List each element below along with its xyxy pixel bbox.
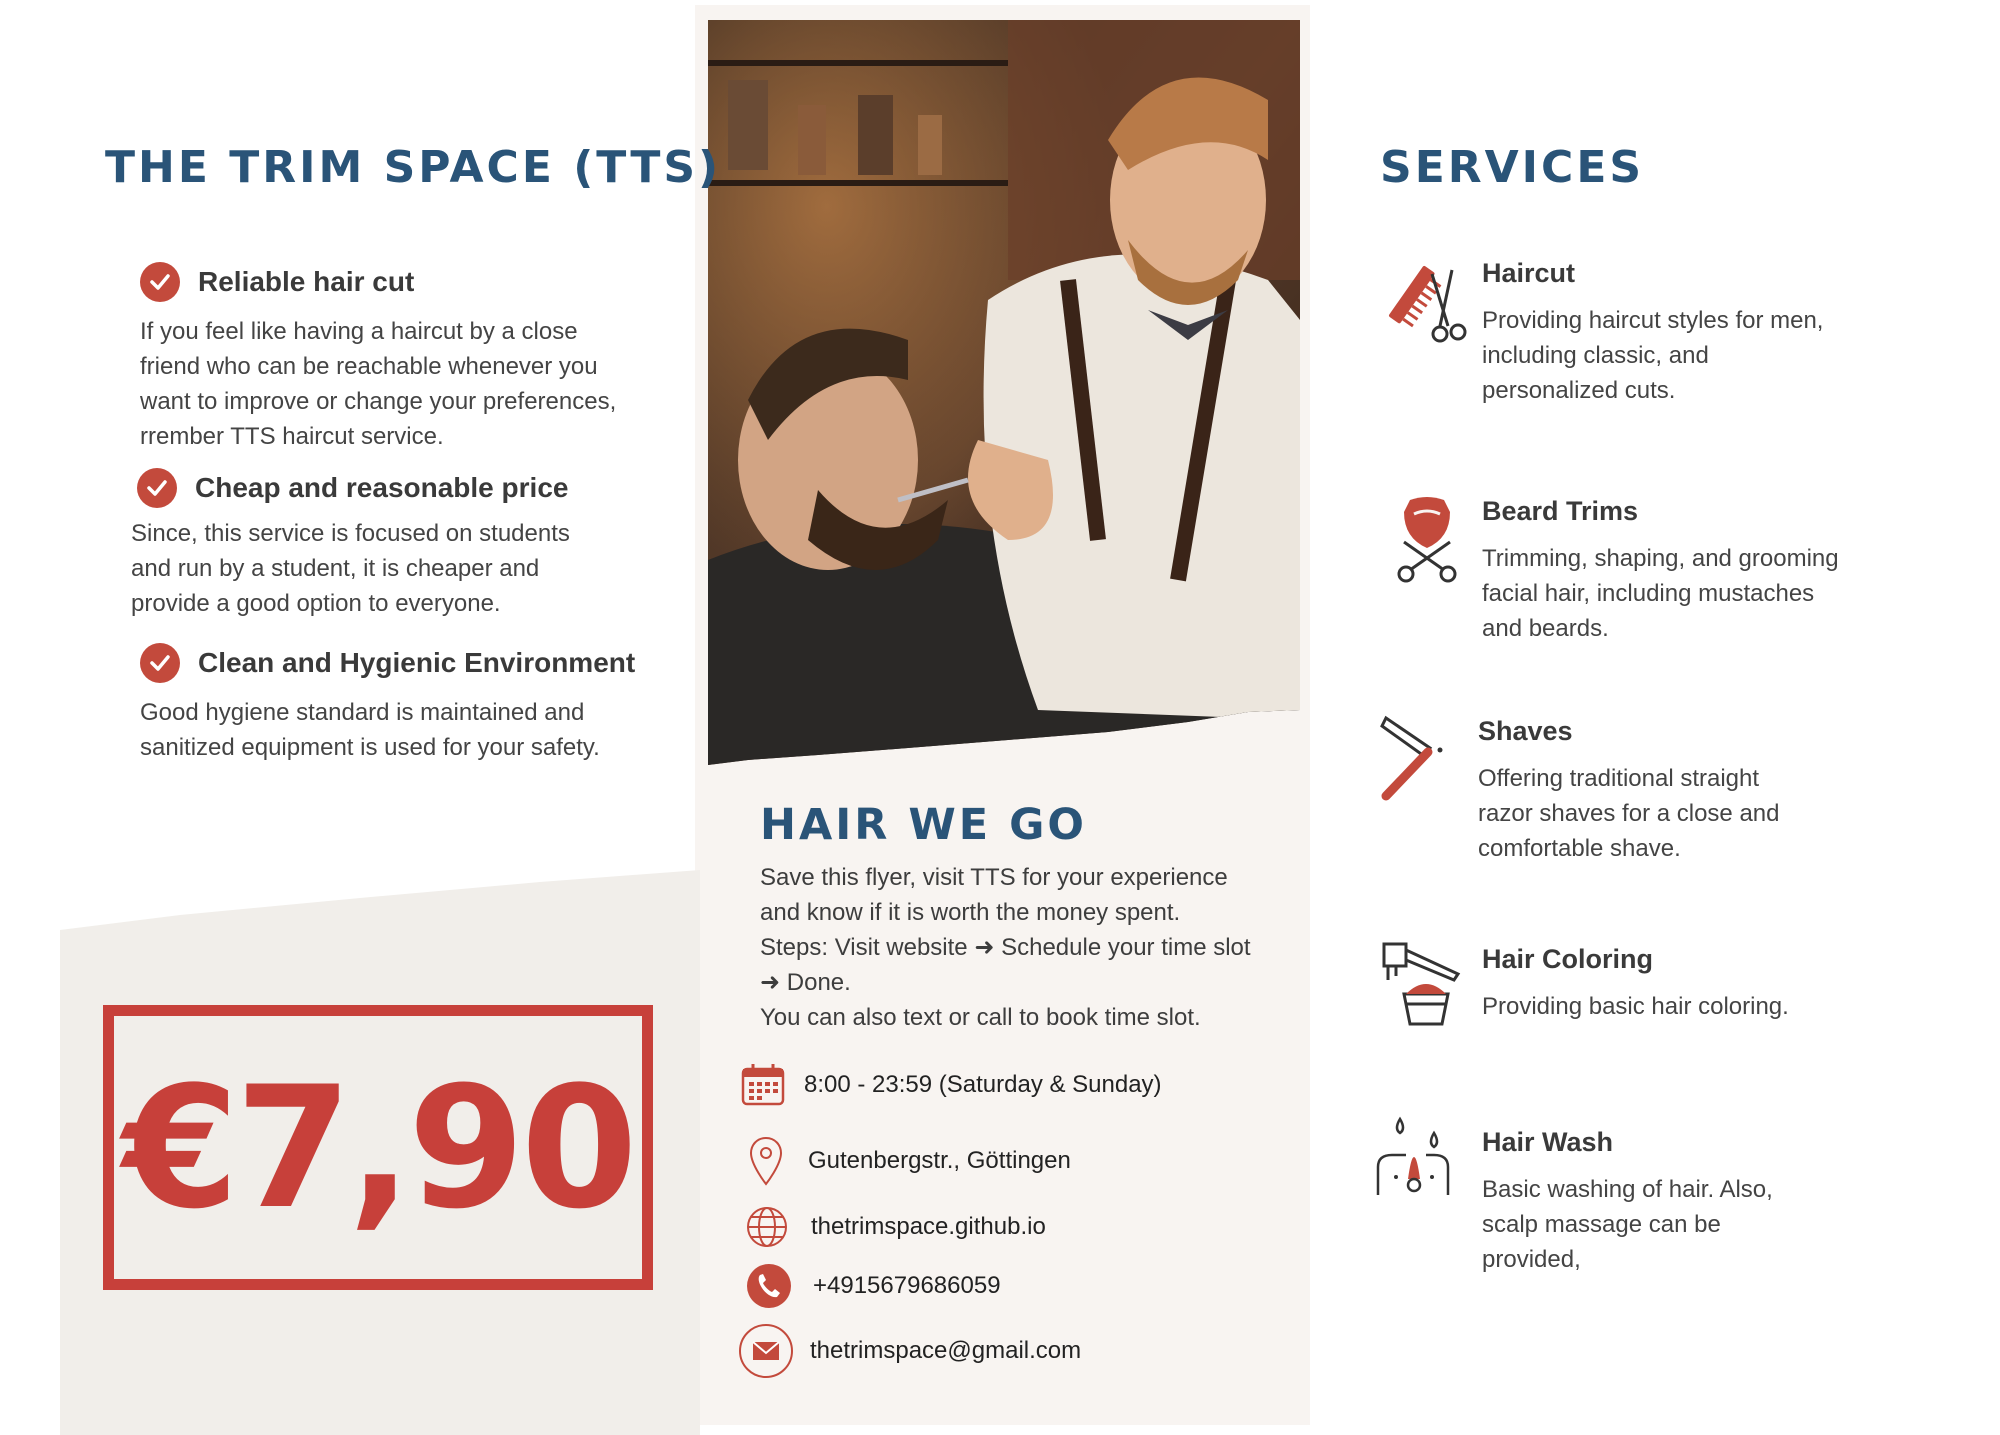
- opening-hours: 8:00 - 23:59 (Saturday & Sunday): [804, 1071, 1162, 1098]
- service-title: Hair Coloring: [1482, 944, 1654, 974]
- feature-clean-environment: Clean and Hygienic Environment Good hygi…: [140, 643, 635, 765]
- feature-description: Since, this service is focused on studen…: [131, 520, 570, 617]
- address-text: Gutenbergstr., Göttingen: [808, 1147, 1071, 1174]
- feature-cheap-price: Cheap and reasonable price Since, this s…: [131, 468, 570, 621]
- website-link[interactable]: thetrimspace.github.io: [811, 1213, 1046, 1241]
- hair-wash-icon: [1376, 1116, 1450, 1195]
- feature-description: Good hygiene standard is maintained and …: [140, 699, 600, 761]
- service-description: Providing basic hair coloring.: [1482, 993, 1789, 1020]
- hair-we-go-description: Save this flyer, visit TTS for your expe…: [760, 860, 1300, 1035]
- phone-icon: [747, 1264, 791, 1308]
- phone-number[interactable]: +4915679686059: [813, 1272, 1001, 1300]
- service-description: Trimming, shaping, and grooming facial h…: [1482, 545, 1839, 642]
- service-hair-coloring: Hair Coloring Providing basic hair color…: [1382, 942, 1789, 1026]
- service-haircut: Haircut Providing haircut styles for men…: [1389, 258, 1824, 408]
- service-description: Providing haircut styles for men, includ…: [1482, 307, 1824, 404]
- service-shaves: Shaves Offering traditional straight raz…: [1380, 715, 1780, 866]
- services-title: SERVICES: [1380, 142, 1645, 193]
- brand-title: THE TRIM SPACE (TTS): [105, 142, 722, 193]
- service-title: Haircut: [1482, 258, 1576, 288]
- service-title: Beard Trims: [1482, 496, 1639, 526]
- barber-photo: [708, 20, 1300, 765]
- contact-phone[interactable]: +4915679686059: [745, 1262, 1001, 1310]
- description-line: ➜ Done.: [760, 969, 851, 996]
- email-address[interactable]: thetrimspace@gmail.com: [810, 1337, 1081, 1365]
- checkmark-icon: [140, 262, 180, 302]
- price-box: €7,90: [103, 1005, 653, 1290]
- email-icon: [739, 1324, 793, 1378]
- straight-razor-icon: [1380, 715, 1443, 801]
- description-line: You can also text or call to book time s…: [760, 1004, 1201, 1031]
- service-description: Offering traditional straight razor shav…: [1478, 765, 1780, 862]
- feature-description: If you feel like having a haircut by a c…: [140, 318, 617, 450]
- comb-scissors-icon: [1389, 265, 1467, 343]
- feature-reliable-hair-cut: Reliable hair cut If you feel like havin…: [140, 262, 616, 454]
- feature-title: Clean and Hygienic Environment: [198, 647, 636, 678]
- contact-website[interactable]: thetrimspace.github.io: [745, 1205, 1046, 1249]
- checkmark-icon: [137, 468, 177, 508]
- globe-icon: [747, 1207, 787, 1247]
- description-line: Steps: Visit website ➜ Schedule your tim…: [760, 934, 1251, 961]
- hair-we-go-title: HAIR WE GO: [760, 800, 1087, 850]
- service-hair-wash: Hair Wash Basic washing of hair. Also, s…: [1376, 1116, 1773, 1277]
- contact-address: Gutenbergstr., Göttingen: [748, 1135, 1071, 1187]
- description-line: Save this flyer, visit TTS for your expe…: [760, 864, 1228, 891]
- contact-hours: 8:00 - 23:59 (Saturday & Sunday): [740, 1062, 1162, 1108]
- checkmark-icon: [140, 643, 180, 683]
- service-title: Hair Wash: [1482, 1127, 1614, 1157]
- service-beard-trims: Beard Trims Trimming, shaping, and groom…: [1397, 496, 1839, 646]
- beard-scissors-icon: [1397, 497, 1457, 583]
- feature-title: Cheap and reasonable price: [195, 472, 569, 503]
- hair-dye-brush-icon: [1382, 942, 1461, 1026]
- feature-title: Reliable hair cut: [198, 266, 415, 297]
- price-label: €7,90: [122, 1049, 637, 1246]
- service-title: Shaves: [1478, 716, 1573, 746]
- calendar-icon: [741, 1064, 785, 1106]
- contact-email[interactable]: thetrimspace@gmail.com: [738, 1323, 1081, 1379]
- location-pin-icon: [749, 1136, 783, 1186]
- service-description: Basic washing of hair. Also, scalp massa…: [1482, 1176, 1773, 1273]
- description-line: and know if it is worth the money spent.: [760, 899, 1181, 926]
